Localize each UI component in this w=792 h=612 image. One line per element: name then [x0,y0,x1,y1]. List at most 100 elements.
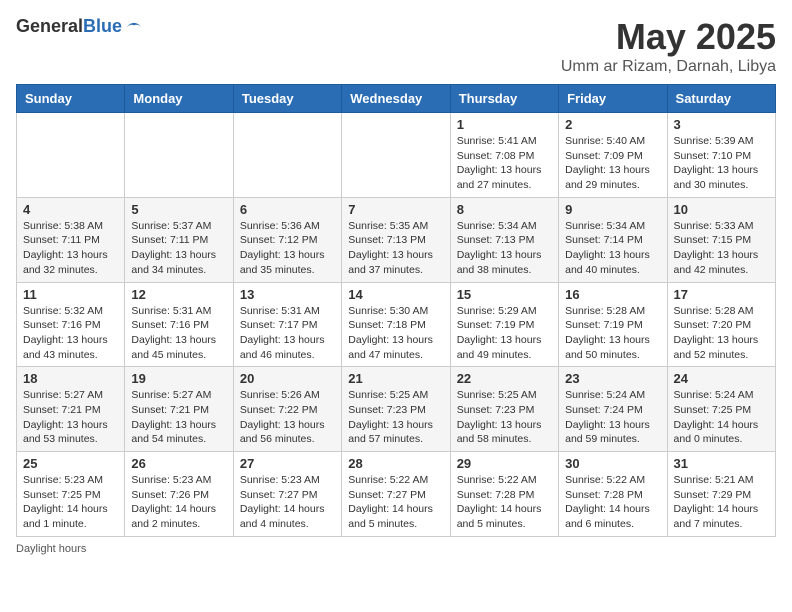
calendar-cell: 27Sunrise: 5:23 AM Sunset: 7:27 PM Dayli… [233,452,341,537]
day-info: Sunrise: 5:36 AM Sunset: 7:12 PM Dayligh… [240,219,335,278]
day-number: 15 [457,287,552,302]
calendar-cell: 9 Sunrise: 5:34 AM Sunset: 7:14 PM Daylig… [559,197,667,282]
day-info: Sunrise: 5:29 AM Sunset: 7:19 PM Dayligh… [457,304,552,363]
calendar-cell: 6 Sunrise: 5:36 AM Sunset: 7:12 PM Daylig… [233,197,341,282]
day-number: 20 [240,371,335,386]
logo-icon [124,17,144,37]
day-info: Sunrise: 5:31 AM Sunset: 7:17 PM Dayligh… [240,304,335,363]
day-number: 21 [348,371,443,386]
day-info: Sunrise: 5:34 AM Sunset: 7:14 PM Dayligh… [565,219,660,278]
day-number: 26 [131,456,226,471]
day-number: 11 [23,287,118,302]
day-number: 31 [674,456,769,471]
calendar-cell [342,113,450,198]
calendar-cell: 17Sunrise: 5:28 AM Sunset: 7:20 PM Dayli… [667,282,775,367]
day-header-sunday: Sunday [17,85,125,113]
day-number: 10 [674,202,769,217]
day-number: 4 [23,202,118,217]
day-info: Sunrise: 5:23 AM Sunset: 7:26 PM Dayligh… [131,473,226,532]
day-number: 7 [348,202,443,217]
day-info: Sunrise: 5:39 AM Sunset: 7:10 PM Dayligh… [674,134,769,193]
footer-note: Daylight hours [16,543,776,555]
day-info: Sunrise: 5:35 AM Sunset: 7:13 PM Dayligh… [348,219,443,278]
calendar-cell [125,113,233,198]
day-header-monday: Monday [125,85,233,113]
day-number: 14 [348,287,443,302]
day-number: 8 [457,202,552,217]
day-info: Sunrise: 5:26 AM Sunset: 7:22 PM Dayligh… [240,388,335,447]
day-header-wednesday: Wednesday [342,85,450,113]
logo-blue: Blue [83,16,122,36]
day-number: 13 [240,287,335,302]
day-info: Sunrise: 5:24 AM Sunset: 7:25 PM Dayligh… [674,388,769,447]
calendar-cell: 2 Sunrise: 5:40 AM Sunset: 7:09 PM Daylig… [559,113,667,198]
calendar-week-4: 18 Sunrise: 5:27 AM Sunset: 7:21 PM Dayli… [17,367,776,452]
day-info: Sunrise: 5:27 AM Sunset: 7:21 PM Dayligh… [131,388,226,447]
day-number: 22 [457,371,552,386]
day-info: Sunrise: 5:28 AM Sunset: 7:19 PM Dayligh… [565,304,660,363]
day-header-thursday: Thursday [450,85,558,113]
calendar-cell: 13 Sunrise: 5:31 AM Sunset: 7:17 PM Dayli… [233,282,341,367]
day-number: 28 [348,456,443,471]
day-info: Sunrise: 5:33 AM Sunset: 7:15 PM Dayligh… [674,219,769,278]
day-number: 9 [565,202,660,217]
calendar-cell: 11Sunrise: 5:32 AM Sunset: 7:16 PM Dayli… [17,282,125,367]
day-info: Sunrise: 5:38 AM Sunset: 7:11 PM Dayligh… [23,219,118,278]
day-number: 29 [457,456,552,471]
day-info: Sunrise: 5:22 AM Sunset: 7:28 PM Dayligh… [457,473,552,532]
day-info: Sunrise: 5:25 AM Sunset: 7:23 PM Dayligh… [348,388,443,447]
calendar-cell: 3 Sunrise: 5:39 AM Sunset: 7:10 PM Daylig… [667,113,775,198]
calendar-cell [233,113,341,198]
day-number: 24 [674,371,769,386]
day-info: Sunrise: 5:22 AM Sunset: 7:27 PM Dayligh… [348,473,443,532]
header: GeneralBlue May 2025 Umm ar Rizam, Darna… [16,16,776,76]
calendar-cell [17,113,125,198]
calendar-cell: 20 Sunrise: 5:26 AM Sunset: 7:22 PM Dayli… [233,367,341,452]
day-number: 3 [674,117,769,132]
day-info: Sunrise: 5:31 AM Sunset: 7:16 PM Dayligh… [131,304,226,363]
calendar-cell: 28 Sunrise: 5:22 AM Sunset: 7:27 PM Dayli… [342,452,450,537]
calendar-cell: 31 Sunrise: 5:21 AM Sunset: 7:29 PM Dayli… [667,452,775,537]
calendar-week-5: 25Sunrise: 5:23 AM Sunset: 7:25 PM Dayli… [17,452,776,537]
calendar-cell: 23Sunrise: 5:24 AM Sunset: 7:24 PM Dayli… [559,367,667,452]
calendar-cell: 19 Sunrise: 5:27 AM Sunset: 7:21 PM Dayli… [125,367,233,452]
logo: GeneralBlue [16,16,144,37]
calendar-cell: 24 Sunrise: 5:24 AM Sunset: 7:25 PM Dayli… [667,367,775,452]
calendar-cell: 12 Sunrise: 5:31 AM Sunset: 7:16 PM Dayli… [125,282,233,367]
calendar: SundayMondayTuesdayWednesdayThursdayFrid… [16,84,776,537]
calendar-cell: 22Sunrise: 5:25 AM Sunset: 7:23 PM Dayli… [450,367,558,452]
calendar-cell: 1 Sunrise: 5:41 AM Sunset: 7:08 PM Daylig… [450,113,558,198]
day-number: 2 [565,117,660,132]
calendar-cell: 8 Sunrise: 5:34 AM Sunset: 7:13 PM Daylig… [450,197,558,282]
calendar-cell: 26 Sunrise: 5:23 AM Sunset: 7:26 PM Dayli… [125,452,233,537]
calendar-cell: 25Sunrise: 5:23 AM Sunset: 7:25 PM Dayli… [17,452,125,537]
day-number: 27 [240,456,335,471]
day-number: 25 [23,456,118,471]
day-info: Sunrise: 5:21 AM Sunset: 7:29 PM Dayligh… [674,473,769,532]
day-info: Sunrise: 5:34 AM Sunset: 7:13 PM Dayligh… [457,219,552,278]
day-info: Sunrise: 5:40 AM Sunset: 7:09 PM Dayligh… [565,134,660,193]
day-info: Sunrise: 5:41 AM Sunset: 7:08 PM Dayligh… [457,134,552,193]
day-info: Sunrise: 5:24 AM Sunset: 7:24 PM Dayligh… [565,388,660,447]
day-header-friday: Friday [559,85,667,113]
logo-general: General [16,16,83,36]
calendar-cell: 30Sunrise: 5:22 AM Sunset: 7:28 PM Dayli… [559,452,667,537]
day-number: 16 [565,287,660,302]
day-number: 30 [565,456,660,471]
day-info: Sunrise: 5:28 AM Sunset: 7:20 PM Dayligh… [674,304,769,363]
day-number: 6 [240,202,335,217]
calendar-cell: 16 Sunrise: 5:28 AM Sunset: 7:19 PM Dayli… [559,282,667,367]
day-header-tuesday: Tuesday [233,85,341,113]
calendar-week-3: 11Sunrise: 5:32 AM Sunset: 7:16 PM Dayli… [17,282,776,367]
day-info: Sunrise: 5:37 AM Sunset: 7:11 PM Dayligh… [131,219,226,278]
day-info: Sunrise: 5:27 AM Sunset: 7:21 PM Dayligh… [23,388,118,447]
footer-text: Daylight hours [16,543,86,555]
day-number: 19 [131,371,226,386]
day-number: 1 [457,117,552,132]
calendar-week-1: 1 Sunrise: 5:41 AM Sunset: 7:08 PM Daylig… [17,113,776,198]
day-number: 12 [131,287,226,302]
day-number: 18 [23,371,118,386]
main-title: May 2025 [561,16,776,58]
calendar-cell: 7 Sunrise: 5:35 AM Sunset: 7:13 PM Daylig… [342,197,450,282]
title-area: May 2025 Umm ar Rizam, Darnah, Libya [561,16,776,76]
